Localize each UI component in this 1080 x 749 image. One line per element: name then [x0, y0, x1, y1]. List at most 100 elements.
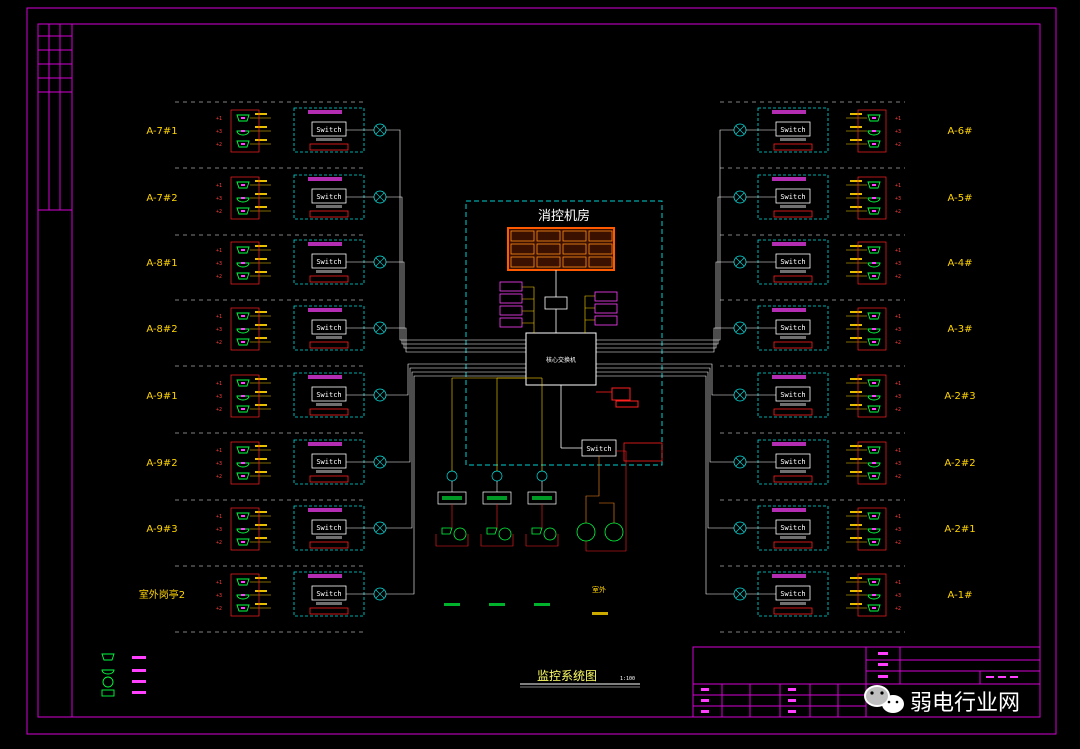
- access-switch-label: Switch: [780, 458, 805, 466]
- svg-text:+2: +2: [895, 407, 901, 413]
- dome-camera-icon: [867, 328, 881, 334]
- fiber-terminal-icon: [733, 521, 747, 535]
- right-building-row: A-4# +1 +3 +2 Switch: [720, 239, 973, 301]
- access-switch-label: Switch: [316, 258, 341, 266]
- cad-drawing: 消控机房 核心交换机 Switch A-7#1+1+3+2Switch A-6#…: [26, 7, 1057, 735]
- bullet-camera-icon: [867, 114, 881, 122]
- dome-camera-icon: [236, 462, 250, 468]
- svg-text:+1: +1: [895, 183, 901, 189]
- bullet-camera-icon: [236, 578, 250, 586]
- bullet-camera-icon: [236, 207, 250, 215]
- left-building-row: 室外岗亭2 +1 +3 +2 Switch: [139, 571, 387, 633]
- dome-camera-icon: [867, 462, 881, 468]
- svg-text:+1: +1: [895, 514, 901, 520]
- bullet-camera-icon: [236, 272, 250, 280]
- legend: [101, 653, 146, 697]
- svg-text:+2: +2: [216, 142, 222, 148]
- left-building-row: A-9#3 +1 +3 +2 Switch: [146, 505, 387, 567]
- row-label: A-1#: [948, 590, 973, 601]
- svg-text:+2: +2: [895, 142, 901, 148]
- bullet-camera-icon: [867, 338, 881, 346]
- access-switch-label: Switch: [780, 324, 805, 332]
- sub-switch-label: Switch: [586, 445, 611, 453]
- access-switch-label: Switch: [780, 590, 805, 598]
- left-building-row: A-7#2 +1 +3 +2 Switch: [146, 174, 387, 236]
- svg-text:+3: +3: [895, 527, 901, 533]
- bullet-camera-icon: [236, 538, 250, 546]
- dome-camera-icon: [236, 594, 250, 600]
- bullet-camera-icon: [236, 181, 250, 189]
- control-room-title: 消控机房: [538, 208, 590, 224]
- svg-text:+1: +1: [895, 381, 901, 387]
- dome-camera-icon: [236, 130, 250, 136]
- svg-text:+1: +1: [895, 314, 901, 320]
- access-switch-label: Switch: [780, 258, 805, 266]
- left-building-row: A-7#1 +1 +3 +2 Switch: [146, 101, 387, 169]
- bullet-camera-icon: [867, 538, 881, 546]
- bullet-camera-icon: [236, 312, 250, 320]
- fiber-terminal-icon: [733, 123, 747, 137]
- watermark: 弱电行业网: [864, 685, 1020, 716]
- svg-text:+3: +3: [216, 593, 222, 599]
- access-switch-label: Switch: [780, 193, 805, 201]
- control-room: 消控机房 核心交换机 Switch: [465, 200, 663, 466]
- bullet-camera-icon: [236, 140, 250, 148]
- fiber-terminal-icon: [373, 190, 387, 204]
- bullet-camera-icon: [531, 527, 543, 535]
- svg-text:+1: +1: [895, 580, 901, 586]
- row-label: A-3#: [948, 324, 973, 335]
- svg-text:+3: +3: [216, 129, 222, 135]
- access-switch-label: Switch: [780, 524, 805, 532]
- bullet-camera-icon: [236, 405, 250, 413]
- fiber-terminal-icon: [373, 587, 387, 601]
- svg-text:+2: +2: [216, 340, 222, 346]
- row-label: 室外岗亭2: [139, 588, 185, 601]
- fiber-terminal-icon: [373, 388, 387, 402]
- row-label: A-7#1: [146, 126, 177, 137]
- svg-text:+1: +1: [216, 248, 222, 254]
- bullet-camera-icon: [486, 527, 498, 535]
- row-label: A-9#3: [146, 524, 177, 535]
- row-label: A-4#: [948, 258, 973, 269]
- dome-camera-icon: [867, 528, 881, 534]
- row-label: A-9#1: [146, 391, 177, 402]
- right-building-row: A-2#2 +1 +3 +2 Switch: [720, 439, 976, 501]
- server-box: [544, 296, 568, 310]
- svg-text:+2: +2: [895, 209, 901, 215]
- right-building-row: A-6# +1 +3 +2 Switch: [720, 101, 972, 169]
- svg-text:+1: +1: [216, 514, 222, 520]
- bullet-camera-icon: [236, 472, 250, 480]
- access-switch-label: Switch: [316, 391, 341, 399]
- svg-text:+2: +2: [216, 274, 222, 280]
- svg-text:+2: +2: [216, 606, 222, 612]
- row-label: A-8#1: [146, 258, 177, 269]
- dome-camera-icon: [867, 594, 881, 600]
- bullet-camera-icon: [867, 472, 881, 480]
- drawing-scale: 1:100: [620, 676, 635, 682]
- left-building-row: A-9#1 +1 +3 +2 Switch: [146, 372, 387, 434]
- legend-network-camera-icon: [101, 689, 146, 697]
- bullet-camera-icon: [236, 338, 250, 346]
- bullet-camera-icon: [236, 379, 250, 387]
- fiber-terminal-icon: [733, 388, 747, 402]
- row-label: A-9#2: [146, 458, 177, 469]
- video-wall: [507, 227, 615, 271]
- fiber-terminal-icon: [733, 255, 747, 269]
- svg-text:+3: +3: [895, 593, 901, 599]
- fiber-terminal-icon: [373, 321, 387, 335]
- svg-text:+2: +2: [216, 474, 222, 480]
- svg-text:+1: +1: [895, 448, 901, 454]
- dome-camera-icon: [867, 262, 881, 268]
- fiber-terminal-icon: [733, 321, 747, 335]
- right-building-row: A-1# +1 +3 +2 Switch: [720, 571, 973, 633]
- right-building-row: A-2#1 +1 +3 +2 Switch: [720, 505, 976, 567]
- right-building-row: A-3# +1 +3 +2 Switch: [720, 305, 973, 367]
- svg-text:+2: +2: [216, 209, 222, 215]
- diagram-title: 监控系统图 1:100: [520, 669, 640, 688]
- svg-text:+1: +1: [216, 314, 222, 320]
- svg-text:+1: +1: [216, 183, 222, 189]
- dome-camera-icon: [236, 328, 250, 334]
- storage-right: [594, 291, 618, 326]
- camera-group: [435, 377, 526, 606]
- svg-text:+3: +3: [895, 327, 901, 333]
